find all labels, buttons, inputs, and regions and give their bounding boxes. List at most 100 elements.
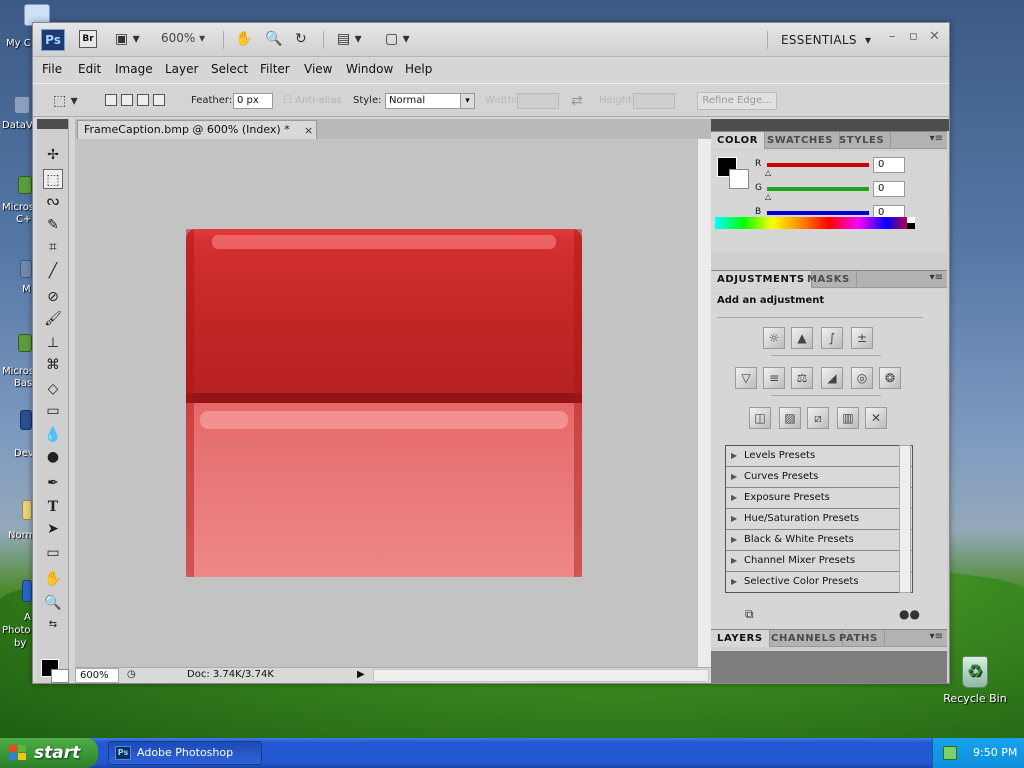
recycle-bin[interactable]: ♻ Recycle Bin — [940, 656, 1010, 705]
preset-black-white[interactable]: ▶ Black & White Presets — [726, 530, 912, 551]
hue-saturation-icon[interactable]: ≡ — [763, 367, 785, 389]
panel-menu-icon[interactable]: ▾≡ — [930, 133, 943, 144]
dev-icon[interactable] — [20, 410, 32, 430]
menu-edit[interactable]: Edit — [78, 62, 101, 76]
red-value-input[interactable]: 0 — [873, 157, 905, 173]
tab-color[interactable]: COLOR — [711, 132, 766, 149]
app-m-icon[interactable] — [20, 260, 32, 278]
preset-hue-saturation[interactable]: ▶ Hue/Saturation Presets — [726, 509, 912, 530]
menu-view[interactable]: View — [304, 62, 332, 76]
preset-levels[interactable]: ▶ Levels Presets — [726, 446, 912, 467]
red-slider-handle[interactable]: △ — [765, 169, 771, 177]
view-extras-icon[interactable]: ▣ ▾ — [115, 31, 140, 47]
tab-channels[interactable]: CHANNELS — [765, 630, 844, 647]
green-value-input[interactable]: 0 — [873, 181, 905, 197]
visual-basic-icon[interactable] — [18, 334, 32, 352]
preset-curves[interactable]: ▶ Curves Presets — [726, 467, 912, 488]
vibrance-icon[interactable]: ▽ — [735, 367, 757, 389]
menu-window[interactable]: Window — [346, 62, 393, 76]
exposure-icon[interactable]: ± — [851, 327, 873, 349]
workspace-switcher[interactable]: ESSENTIALS ▾ — [781, 33, 871, 47]
rectangle-shape-tool-icon[interactable]: ▭ — [43, 543, 63, 563]
arrange-documents-icon[interactable]: ▤ ▾ — [337, 31, 362, 47]
move-tool-icon[interactable]: ✢ — [43, 145, 63, 165]
dodge-tool-icon[interactable]: ● — [43, 447, 63, 467]
desktop-label-m[interactable]: M — [22, 284, 31, 295]
hand-tool-icon[interactable]: ✋ — [43, 569, 63, 589]
tab-adjustments[interactable]: ADJUSTMENTS — [711, 271, 812, 288]
color-background-swatch[interactable] — [729, 169, 749, 189]
path-selection-tool-icon[interactable]: ➤ — [43, 519, 63, 539]
rectangular-marquee-tool-icon[interactable]: ⬚ — [43, 169, 63, 189]
intersect-selection-icon[interactable] — [153, 94, 165, 106]
norm-icon[interactable] — [22, 500, 32, 520]
visual-cpp-icon[interactable] — [18, 176, 32, 194]
minimize-icon[interactable]: – — [889, 29, 896, 44]
menu-help[interactable]: Help — [405, 62, 432, 76]
history-brush-tool-icon[interactable]: ⌘ — [43, 355, 63, 375]
menu-layer[interactable]: Layer — [165, 62, 198, 76]
desktop-label-micros-2[interactable]: Micros — [2, 366, 34, 377]
desktop-label-by[interactable]: by — [14, 638, 26, 649]
status-menu-arrow-icon[interactable]: ▶ — [357, 669, 365, 680]
gradient-tool-icon[interactable]: ▭ — [43, 401, 63, 421]
desktop-label-photo[interactable]: Photo — [2, 625, 31, 636]
threshold-icon[interactable]: ⧄ — [807, 407, 829, 429]
status-info-icon[interactable]: ◷ — [127, 669, 136, 680]
blue-slider[interactable] — [767, 211, 869, 215]
presets-scrollbar[interactable] — [899, 445, 911, 593]
taskbar-photoshop-button[interactable]: Ps Adobe Photoshop CS... — [108, 741, 262, 765]
return-to-list-icon[interactable]: ⧉ — [745, 607, 761, 621]
style-select[interactable]: Normal ▾ — [385, 93, 475, 109]
clone-stamp-tool-icon[interactable]: ⊥ — [43, 333, 63, 353]
document-tab[interactable]: FrameCaption.bmp @ 600% (Index) * × — [77, 120, 317, 139]
menu-filter[interactable]: Filter — [260, 62, 290, 76]
subtract-selection-icon[interactable] — [137, 94, 149, 106]
preset-exposure[interactable]: ▶ Exposure Presets — [726, 488, 912, 509]
canvas-vertical-scrollbar[interactable] — [697, 139, 711, 667]
menu-file[interactable]: File — [42, 62, 62, 76]
desktop-label-bas[interactable]: Bas — [14, 378, 32, 389]
gradient-map-icon[interactable]: ▥ — [837, 407, 859, 429]
brightness-contrast-icon[interactable]: ☼ — [763, 327, 785, 349]
zoom-tool-icon[interactable]: 🔍 — [43, 593, 63, 613]
menu-select[interactable]: Select — [211, 62, 248, 76]
type-tool-icon[interactable]: T — [43, 497, 63, 517]
photoshop-logo[interactable]: Ps — [41, 29, 65, 51]
healing-brush-tool-icon[interactable]: ⊘ — [43, 287, 63, 307]
selective-color-icon[interactable]: ✕ — [865, 407, 887, 429]
black-white-ramp[interactable] — [907, 217, 915, 229]
eyedropper-tool-icon[interactable]: ╱ — [43, 261, 63, 281]
desktop-label-cpp[interactable]: C+ — [16, 214, 31, 225]
quick-selection-tool-icon[interactable]: ✎ — [43, 215, 63, 235]
levels-icon[interactable]: ▲ — [791, 327, 813, 349]
feather-input[interactable]: 0 px — [233, 93, 273, 109]
tray-network-icon[interactable] — [943, 746, 957, 760]
canvas-horizontal-scrollbar[interactable] — [373, 669, 709, 682]
new-selection-icon[interactable] — [105, 94, 117, 106]
refine-edge-button[interactable]: Refine Edge... — [697, 92, 777, 110]
screen-mode-icon[interactable]: ▢ ▾ — [385, 31, 410, 47]
background-color-swatch[interactable] — [51, 669, 69, 683]
black-white-icon[interactable]: ◢ — [821, 367, 843, 389]
hand-tool-icon[interactable]: ✋ — [235, 31, 252, 47]
rotate-view-icon[interactable]: ↻ — [295, 31, 307, 47]
channel-mixer-icon[interactable]: ❂ — [879, 367, 901, 389]
eraser-tool-icon[interactable]: ◇ — [43, 379, 63, 399]
desktop-label-my-computer[interactable]: My C — [6, 38, 31, 49]
adobe-photoshop-icon[interactable] — [22, 580, 32, 602]
brush-tool-icon[interactable]: 🖌 — [43, 309, 63, 329]
panel-menu-icon[interactable]: ▾≡ — [930, 272, 943, 283]
pen-tool-icon[interactable]: ✒ — [43, 473, 63, 493]
canvas-area[interactable] — [75, 139, 697, 667]
marquee-preset-icon[interactable]: ⬚ ▾ — [53, 93, 78, 109]
red-slider[interactable] — [767, 163, 869, 167]
add-selection-icon[interactable] — [121, 94, 133, 106]
start-button[interactable]: start — [0, 738, 98, 768]
tab-masks[interactable]: MASKS — [801, 271, 857, 288]
blur-tool-icon[interactable]: 💧 — [43, 425, 63, 445]
clip-to-layer-icon[interactable]: ●● — [899, 607, 920, 621]
crop-tool-icon[interactable]: ⌗ — [43, 237, 63, 257]
close-document-icon[interactable]: × — [304, 122, 313, 139]
lasso-tool-icon[interactable]: ᔓ — [43, 191, 63, 211]
